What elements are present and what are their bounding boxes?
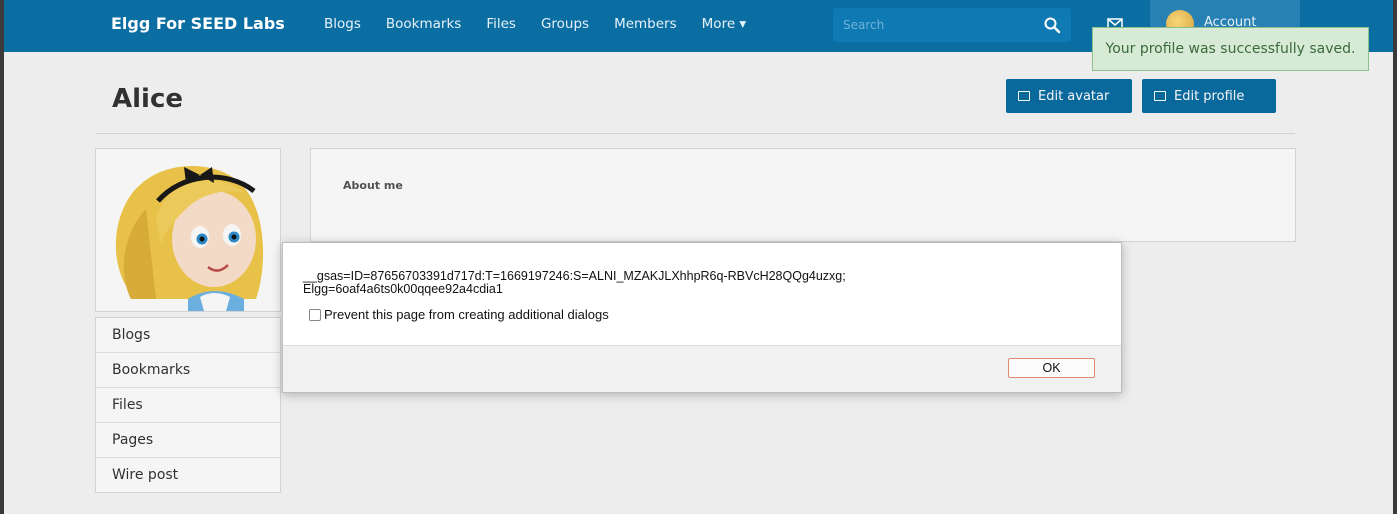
search-icon[interactable] — [1043, 16, 1061, 34]
search-placeholder: Search — [843, 18, 885, 32]
nav-groups[interactable]: Groups — [541, 16, 589, 32]
nav-files[interactable]: Files — [486, 16, 516, 32]
main-nav: Blogs Bookmarks Files Groups Members Mor… — [324, 16, 771, 32]
site-title-link[interactable]: Elgg For SEED Labs — [111, 14, 285, 33]
nav-members[interactable]: Members — [614, 16, 677, 32]
alert-dialog-footer: OK — [283, 345, 1121, 392]
nav-bookmarks[interactable]: Bookmarks — [386, 16, 461, 32]
prevent-dialogs-checkbox[interactable] — [309, 308, 321, 321]
alert-message: __gsas=ID=87656703391d717d:T=1669197246:… — [303, 270, 846, 296]
success-message: Your profile was successfully saved. — [1105, 41, 1356, 57]
alert-dialog: __gsas=ID=87656703391d717d:T=1669197246:… — [282, 242, 1122, 393]
alert-message-line-2: Elgg=6oaf4a6ts0k00qqee92a4cdia1 — [303, 282, 503, 296]
prevent-dialogs-option[interactable]: Prevent this page from creating addition… — [309, 307, 609, 322]
prevent-dialogs-label: Prevent this page from creating addition… — [324, 307, 609, 322]
success-notification[interactable]: Your profile was successfully saved. — [1092, 27, 1369, 71]
search-input[interactable]: Search — [833, 8, 1071, 42]
nav-blogs[interactable]: Blogs — [324, 16, 361, 32]
ok-button[interactable]: OK — [1008, 358, 1095, 378]
nav-more-dropdown[interactable]: More ▾ — [702, 16, 747, 32]
window-frame-right — [1393, 0, 1397, 514]
